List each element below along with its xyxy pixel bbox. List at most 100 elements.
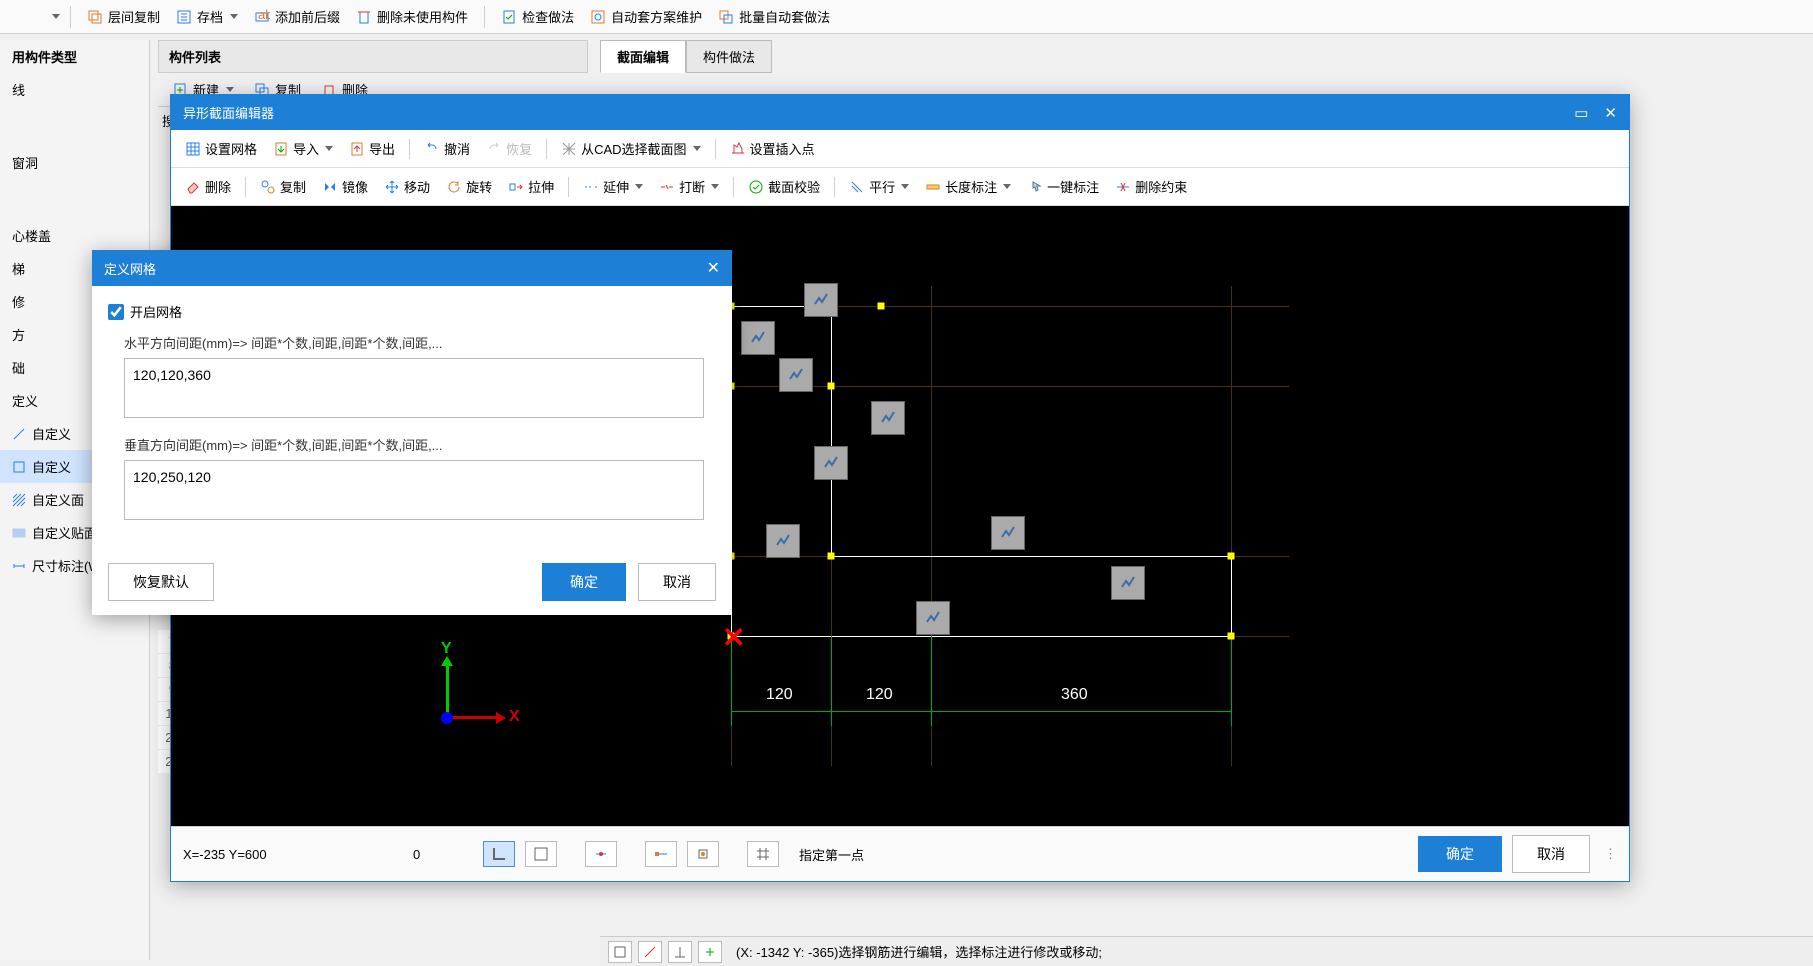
delete-button[interactable]: 删除 [179,174,237,199]
sb-btn-3[interactable] [668,941,692,963]
export-button[interactable]: 导出 [343,136,401,161]
ok-button[interactable]: 确定 [1418,836,1502,872]
marker[interactable] [991,516,1025,550]
sidebar-item[interactable]: 心楼盖 [0,219,149,252]
verify-button[interactable]: 截面校验 [742,174,826,199]
hatch-icon [12,493,26,507]
snap-corner-button[interactable] [483,841,515,867]
delete-constraint-button[interactable]: 删除约束 [1109,174,1193,199]
set-grid-button[interactable]: 设置网格 [179,136,263,161]
sidebar-header: 用构件类型 [0,40,149,73]
mirror-icon [322,179,338,195]
ok-button[interactable]: 确定 [542,563,626,601]
parallel-icon [849,179,865,195]
eraser-icon [185,179,201,195]
length-dim-button[interactable]: 长度标注 [919,174,1017,199]
marker[interactable] [741,321,775,355]
cancel-button[interactable]: 取消 [1512,835,1590,873]
break-button[interactable]: 打断 [653,174,725,199]
marker[interactable] [916,601,950,635]
mirror-button[interactable]: 镜像 [316,174,374,199]
ruler-icon [925,179,941,195]
x-axis [446,716,496,719]
checkbox-input[interactable] [108,304,124,320]
stretch-icon [508,179,524,195]
copy-floor-button[interactable]: 层间复制 [81,4,166,29]
cancel-button[interactable]: 取消 [638,563,716,601]
dimension-value: 120 [766,686,793,704]
sb-btn-1[interactable] [608,941,632,963]
import-button[interactable]: 导入 [267,136,339,161]
snap-grid-button[interactable] [747,841,779,867]
checkbox-label: 开启网格 [130,302,182,321]
sb-btn-4[interactable] [698,941,722,963]
snap-rect-button[interactable] [525,841,557,867]
from-cad-button[interactable]: 从CAD选择截面图 [555,136,706,161]
right-tabs: 截面编辑 构件做法 [600,40,772,73]
h-spacing-input[interactable] [124,358,704,418]
sb-btn-2[interactable] [638,941,662,963]
move-button[interactable]: 移动 [378,174,436,199]
dimension-value: 120 [866,686,893,704]
snap-mid-button[interactable] [687,841,719,867]
tab-section-edit[interactable]: 截面编辑 [600,40,686,73]
tab-component-practice[interactable]: 构件做法 [686,40,772,73]
editor-title-text: 异形截面编辑器 [183,103,274,122]
status-text: (X: -1342 Y: -365)选择钢筋进行编辑，选择标注进行修改或移动; [736,942,1102,961]
marker[interactable] [779,358,813,392]
break-icon [659,179,675,195]
v-spacing-input[interactable] [124,460,704,520]
redo-button[interactable]: 恢复 [480,136,538,161]
restore-default-button[interactable]: 恢复默认 [108,563,214,601]
copy-icon [260,179,276,195]
marker[interactable] [1111,566,1145,600]
cad-icon [561,141,577,157]
main-toolbar: 层间复制 存档 ab 添加前后缀 删除未使用构件 检查做法 自动套方案维护 批量… [0,0,1813,34]
label: 自动套方案维护 [611,7,702,26]
marker[interactable] [814,446,848,480]
undo-button[interactable]: 撤消 [418,136,476,161]
verify-icon [748,179,764,195]
add-prefix-button[interactable]: ab 添加前后缀 [248,4,346,29]
sidebar-item[interactable]: 线 [0,73,149,106]
label: 删除未使用构件 [377,7,468,26]
label: 层间复制 [108,7,160,26]
delete-unused-button[interactable]: 删除未使用构件 [350,4,474,29]
undo-icon [424,141,440,157]
check-practice-button[interactable]: 检查做法 [495,4,580,29]
marker[interactable] [871,401,905,435]
label: 批量自动套做法 [739,7,830,26]
maximize-icon[interactable]: ▭ [1574,104,1588,122]
del-constraint-icon [1115,179,1131,195]
editor-toolbar-1: 设置网格 导入 导出 撤消 恢复 从CAD选择截面图 设置插入点 [171,130,1629,168]
archive-button[interactable]: 存档 [170,4,244,29]
insert-point-button[interactable]: 设置插入点 [724,136,821,161]
one-click-button[interactable]: 一键标注 [1021,174,1105,199]
dialog-title-text: 定义网格 [104,259,156,278]
auto-scheme-button[interactable]: 自动套方案维护 [584,4,708,29]
y-label: Y [441,640,452,658]
close-icon[interactable]: ✕ [1604,104,1617,122]
dialog-titlebar: 定义网格 ✕ [92,250,732,286]
label: 添加前后缀 [275,7,340,26]
extend-icon [583,179,599,195]
enable-grid-checkbox[interactable]: 开启网格 [108,302,716,321]
marker[interactable] [766,524,800,558]
rotate-button[interactable]: 旋转 [440,174,498,199]
close-icon[interactable]: ✕ [707,258,720,278]
label: 检查做法 [522,7,574,26]
copy-button[interactable]: 复制 [254,174,312,199]
rect-icon [12,460,26,474]
check-icon [501,9,517,25]
sidebar-item[interactable]: 窗洞 [0,146,149,179]
v-spacing-label: 垂直方向间距(mm)=> 间距*个数,间距,间距*个数,间距,... [124,435,716,454]
snap-end-button[interactable] [645,841,677,867]
extend-button[interactable]: 延伸 [577,174,649,199]
batch-auto-button[interactable]: 批量自动套做法 [712,4,836,29]
stretch-button[interactable]: 拉伸 [502,174,560,199]
marker[interactable] [804,283,838,317]
dim-icon [12,559,26,573]
parallel-button[interactable]: 平行 [843,174,915,199]
snap-point-button[interactable] [585,841,617,867]
dropdown-arrow[interactable] [52,14,60,19]
